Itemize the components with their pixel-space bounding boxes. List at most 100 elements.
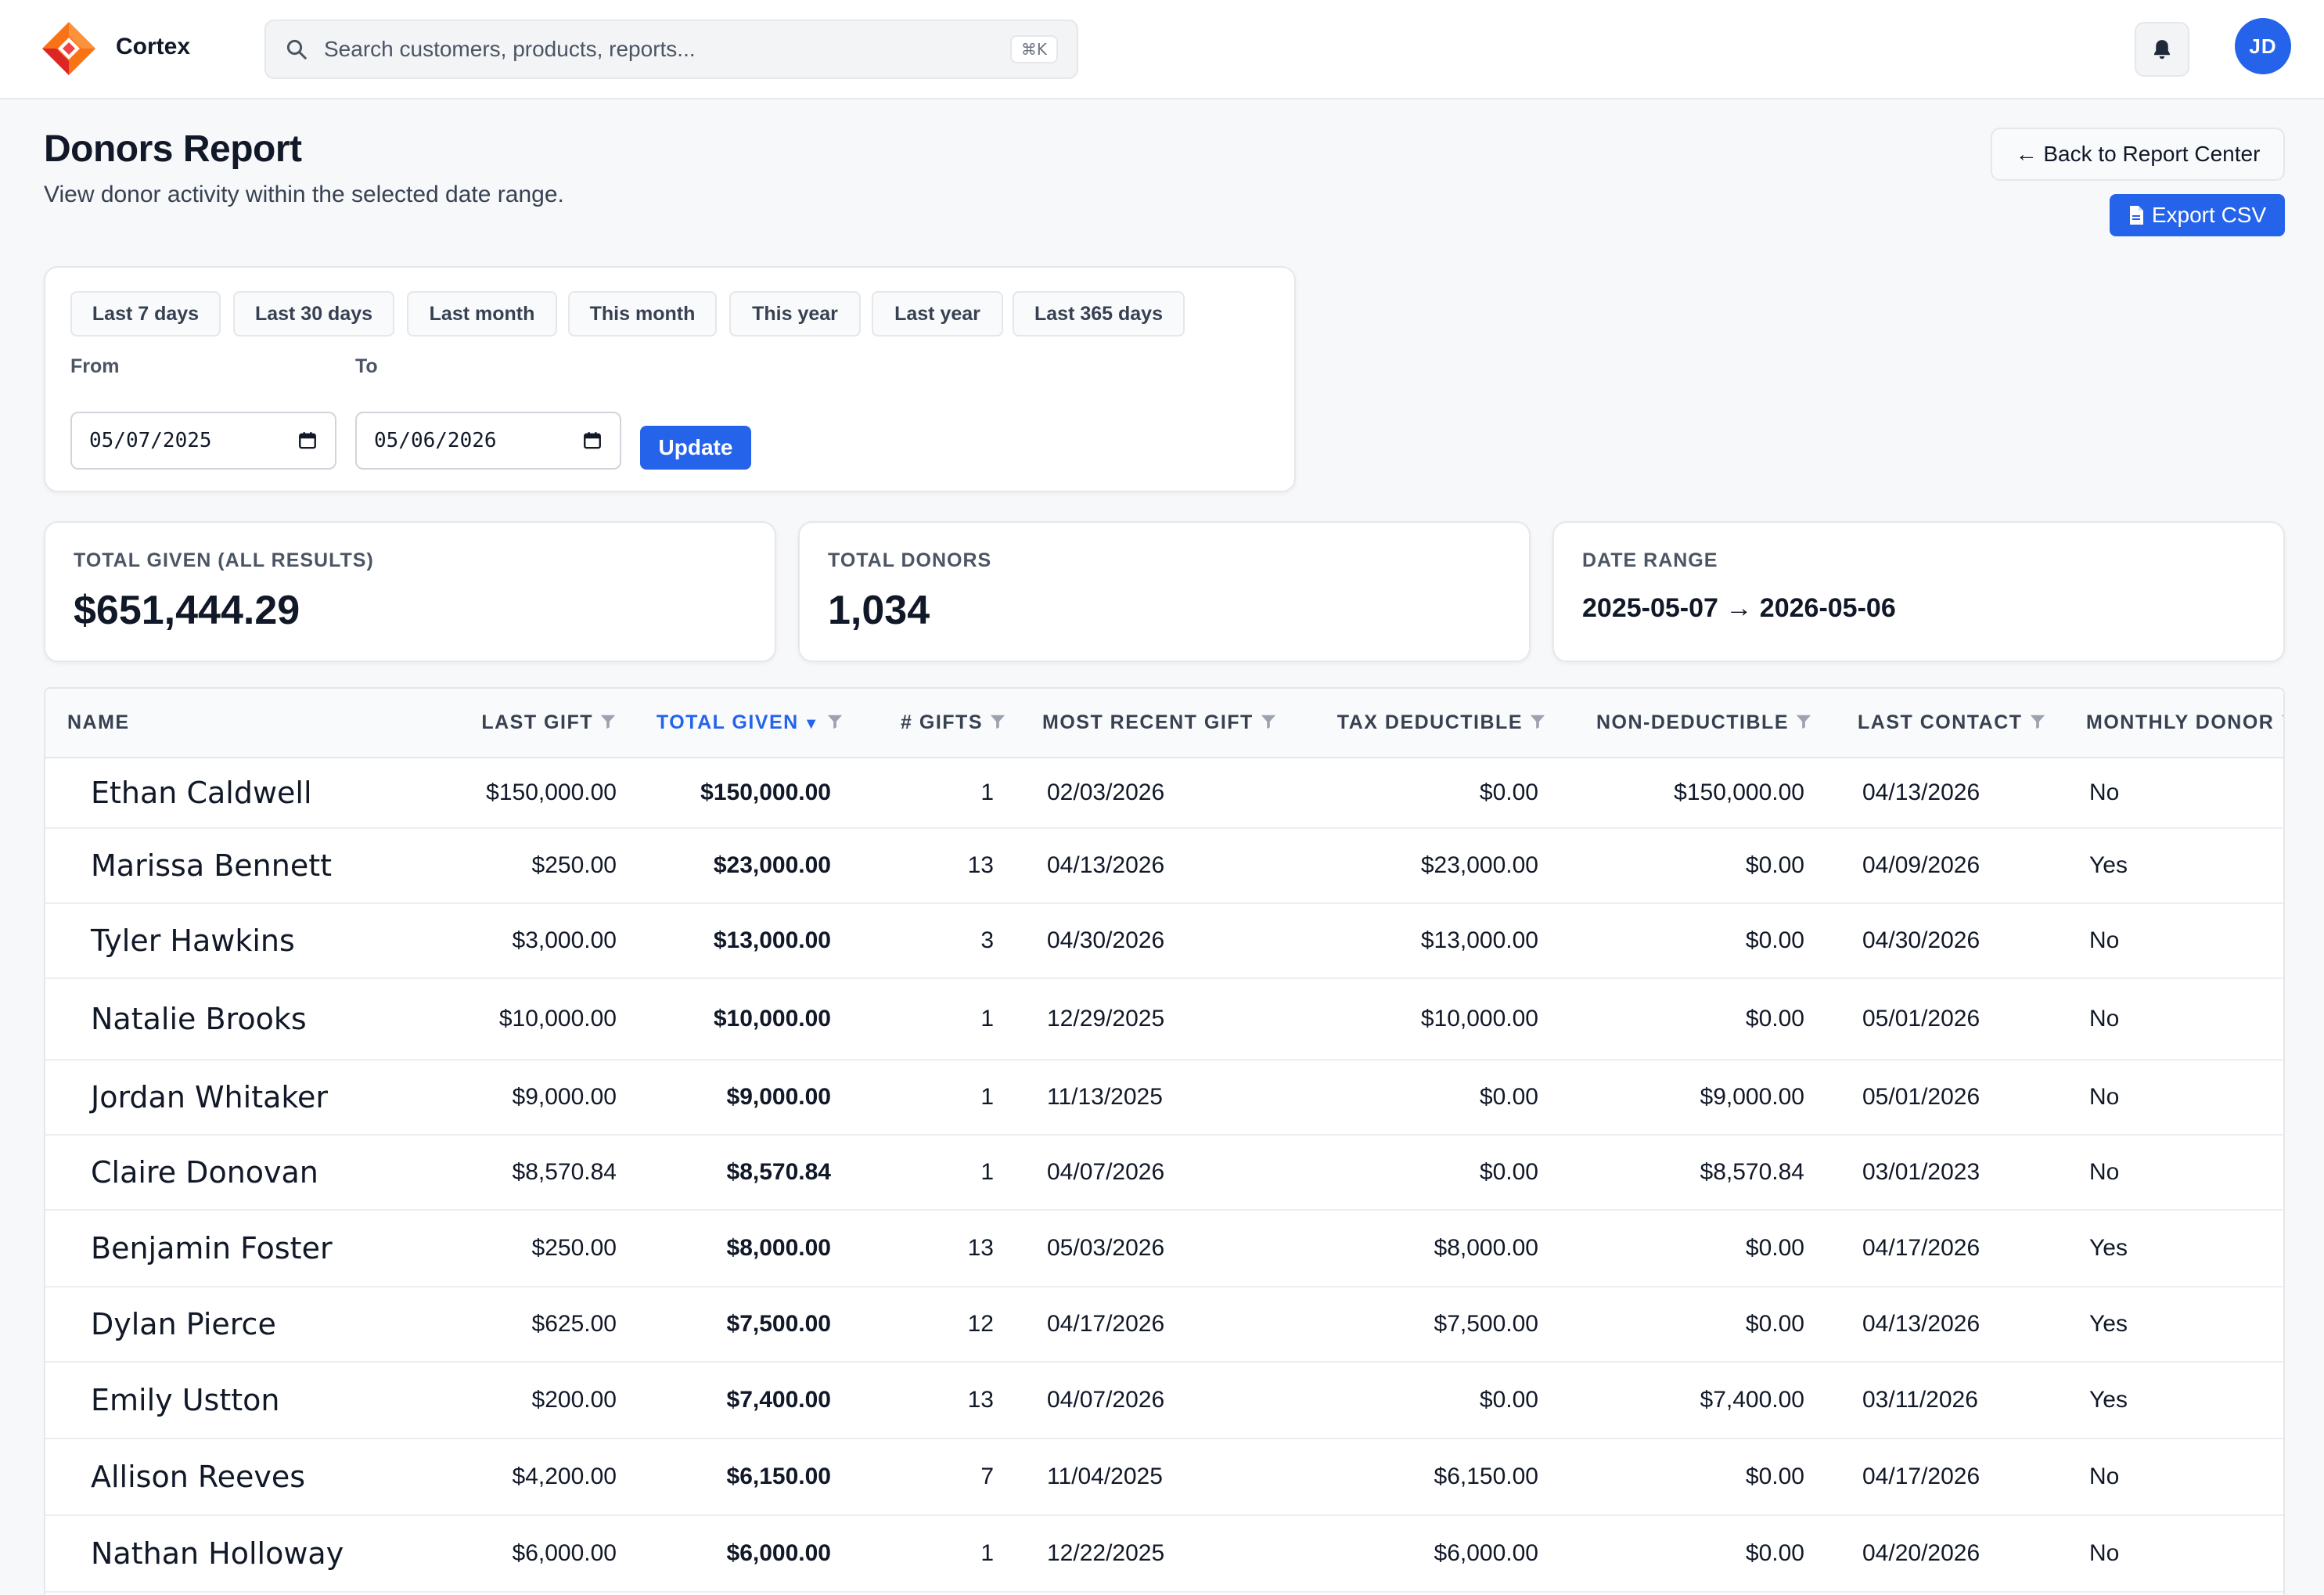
last-gift-cell: $8,570.84 [512, 1159, 617, 1185]
non-deductible-cell: $0.00 [1745, 1311, 1804, 1337]
tax-deductible-cell: $6,000.00 [1434, 1540, 1538, 1566]
last-contact-cell: 05/01/2026 [1862, 1006, 1980, 1032]
column-header-gifts-count[interactable]: # GIFTS [862, 689, 1017, 758]
tax-deductible-cell: $7,500.00 [1434, 1311, 1538, 1337]
funnel-icon[interactable] [2280, 713, 2285, 730]
last-gift-cell: $10,000.00 [498, 1006, 617, 1032]
non-deductible-cell: $9,000.00 [1700, 1084, 1804, 1110]
table-row[interactable]: Nathan Holloway $6,000.00 $6,000.00 1 12/22/… [45, 1515, 2283, 1592]
column-header-most-recent-gift[interactable]: MOST RECENT GIFT [1017, 689, 1291, 758]
last-gift-cell: $250.00 [531, 852, 617, 878]
table-row[interactable]: Claire Donovan $8,570.84 $8,570.84 1 04/07/2… [45, 1135, 2283, 1210]
range-button-this-year[interactable]: This year [729, 291, 861, 337]
donor-name-cell[interactable]: Allison Reeves [45, 1438, 416, 1515]
column-header-non-deductible[interactable]: NON-DEDUCTIBLE [1557, 689, 1823, 758]
column-header-monthly-donor[interactable]: MONTHLY DONOR [2058, 689, 2285, 758]
table-row[interactable]: Marissa Bennett $250.00 $23,000.00 13 04/13/… [45, 828, 2283, 903]
gifts-count-cell: 1 [980, 1540, 994, 1566]
donor-name-cell[interactable]: Marissa Bennett [45, 828, 416, 903]
non-deductible-cell: $7,400.00 [1700, 1387, 1804, 1413]
brand-name[interactable]: Cortex [116, 34, 190, 60]
export-csv-button[interactable]: Export CSV [2110, 194, 2285, 236]
from-date-input[interactable]: 05/07/2025 [70, 412, 336, 470]
last-contact-cell: 03/11/2026 [1862, 1387, 1978, 1413]
column-header-total-given[interactable]: TOTAL GIVEN ▼ [628, 689, 862, 758]
donor-name-cell[interactable]: Benjamin Foster [45, 1210, 416, 1287]
search-bar[interactable]: ⌘K [264, 20, 1078, 79]
table-row[interactable]: Ethan Caldwell $150,000.00 $150,000.00 1 02/… [45, 758, 2283, 828]
monthly-donor-cell: Yes [2089, 1235, 2128, 1261]
user-avatar[interactable]: JD [2235, 18, 2291, 74]
search-shortcut-badge: ⌘K [1009, 35, 1058, 63]
calendar-icon[interactable] [582, 430, 603, 451]
funnel-icon[interactable] [1260, 713, 1277, 730]
range-button-last-year[interactable]: Last year [872, 291, 1003, 337]
top-bar: Cortex ⌘K JD [0, 0, 2324, 99]
update-button[interactable]: Update [640, 426, 751, 470]
funnel-icon[interactable] [2029, 713, 2046, 730]
total-given-cell: $10,000.00 [713, 1006, 831, 1032]
range-button-this-month[interactable]: This month [568, 291, 717, 337]
last-contact-cell: 04/09/2026 [1862, 852, 1980, 878]
tax-deductible-cell: $0.00 [1479, 779, 1538, 805]
funnel-icon[interactable] [1529, 713, 1546, 730]
sort-desc-icon[interactable]: ▼ [804, 715, 820, 733]
notifications-button[interactable] [2135, 22, 2189, 77]
donor-name-cell[interactable]: Tyler Hawkins [45, 903, 416, 978]
tax-deductible-cell: $23,000.00 [1420, 852, 1538, 878]
donor-name-cell[interactable]: Natalie Brooks [45, 978, 416, 1060]
search-input[interactable] [324, 37, 1010, 62]
total-given-cell: $7,500.00 [726, 1311, 831, 1337]
donor-name-cell[interactable]: Claire Donovan [45, 1135, 416, 1210]
column-header-name[interactable]: NAME [45, 689, 416, 758]
total-given-cell: $150,000.00 [700, 779, 831, 805]
tax-deductible-cell: $6,150.00 [1434, 1464, 1538, 1489]
last-gift-cell: $200.00 [531, 1387, 617, 1413]
funnel-icon[interactable] [599, 713, 617, 730]
range-button-last-30-days[interactable]: Last 30 days [233, 291, 394, 337]
stat-value: 2025-05-07 → 2026-05-06 [1582, 593, 1896, 623]
stat-label: TOTAL DONORS [828, 549, 992, 571]
table-row[interactable]: Tyler Hawkins $3,000.00 $13,000.00 3 04/30/2… [45, 903, 2283, 978]
stat-card-date-range: DATE RANGE 2025-05-07 → 2026-05-06 [1552, 521, 2285, 662]
most-recent-gift-cell: 12/22/2025 [1047, 1540, 1165, 1566]
range-button-last-365-days[interactable]: Last 365 days [1013, 291, 1185, 337]
donor-name-cell[interactable]: Emily Ustton [45, 1362, 416, 1438]
funnel-icon[interactable] [989, 713, 1006, 730]
funnel-icon[interactable] [826, 713, 844, 730]
gifts-count-cell: 3 [980, 927, 994, 953]
monthly-donor-cell: No [2089, 779, 2120, 805]
tax-deductible-cell: $8,000.00 [1434, 1235, 1538, 1261]
monthly-donor-cell: No [2089, 1540, 2120, 1566]
cortex-logo-icon[interactable] [41, 20, 97, 77]
range-button-last-7-days[interactable]: Last 7 days [70, 291, 221, 337]
table-row[interactable]: Natalie Brooks $10,000.00 $10,000.00 1 12/29… [45, 978, 2283, 1060]
donor-name-cell[interactable]: Nathan Holloway [45, 1515, 416, 1592]
gifts-count-cell: 1 [980, 779, 994, 805]
donor-name-cell[interactable]: Dylan Pierce [45, 1287, 416, 1362]
non-deductible-cell: $8,570.84 [1700, 1159, 1804, 1185]
column-header-last-gift[interactable]: LAST GIFT [416, 689, 628, 758]
stat-value: 1,034 [828, 588, 930, 633]
range-button-last-month[interactable]: Last month [407, 291, 557, 337]
funnel-icon[interactable] [1795, 713, 1812, 730]
table-row[interactable]: Allison Reeves $4,200.00 $6,150.00 7 11/04/2… [45, 1438, 2283, 1515]
column-header-tax-deductible[interactable]: TAX DEDUCTIBLE [1291, 689, 1557, 758]
donor-name-cell[interactable]: Jordan Whitaker [45, 1060, 416, 1135]
donor-name-cell[interactable]: Ethan Caldwell [45, 758, 416, 828]
monthly-donor-cell: No [2089, 1084, 2120, 1110]
table-row[interactable]: Jordan Whitaker $9,000.00 $9,000.00 1 11/13/… [45, 1060, 2283, 1135]
non-deductible-cell: $0.00 [1745, 1006, 1804, 1032]
last-gift-cell: $6,000.00 [512, 1540, 617, 1566]
total-given-cell: $8,000.00 [726, 1235, 831, 1261]
non-deductible-cell: $0.00 [1745, 1464, 1804, 1489]
back-to-report-center-button[interactable]: ← Back to Report Center [1991, 128, 2285, 181]
table-row[interactable]: Dylan Pierce $625.00 $7,500.00 12 04/17/2026… [45, 1287, 2283, 1362]
date-filter-card: Last 7 days Last 30 days Last month This… [44, 266, 1296, 492]
tax-deductible-cell: $13,000.00 [1420, 927, 1538, 953]
table-row[interactable]: Benjamin Foster $250.00 $8,000.00 13 05/03/2… [45, 1210, 2283, 1287]
calendar-icon[interactable] [297, 430, 318, 451]
to-date-input[interactable]: 05/06/2026 [355, 412, 621, 470]
table-row[interactable]: Emily Ustton $200.00 $7,400.00 13 04/07/2026… [45, 1362, 2283, 1438]
column-header-last-contact[interactable]: LAST CONTACT [1823, 689, 2058, 758]
